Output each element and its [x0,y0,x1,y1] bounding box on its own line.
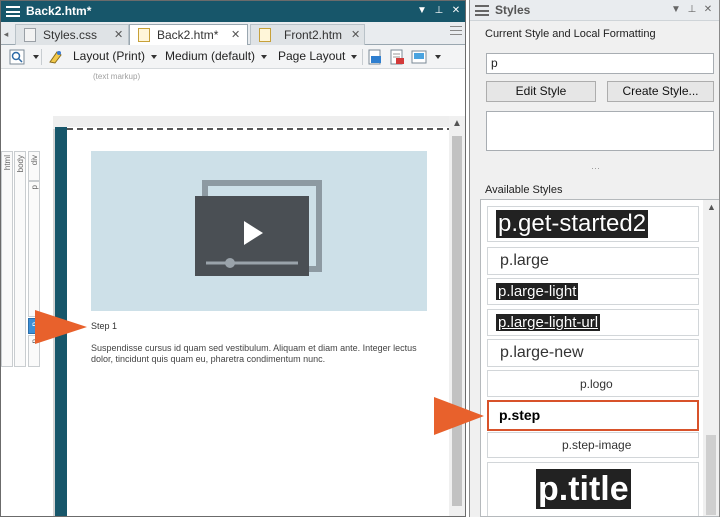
style-item-step-image[interactable]: p.step-image [487,432,699,458]
tab-styles-css[interactable]: Styles.css ✕ [15,24,129,45]
styles-pane-title: Styles [495,3,531,17]
html-file-icon [259,28,271,42]
page-boundary [57,128,453,130]
structure-bar-html[interactable]: html [1,151,13,367]
style-item-label: p.large-new [500,344,584,361]
page-layout-dropdown-label: Page Layout [278,49,346,63]
step-heading[interactable]: Step 1 [91,321,117,331]
structure-bar-p-image[interactable]: p [28,181,40,317]
scrollbar-thumb[interactable] [452,136,462,506]
tab-scroll-left-icon[interactable]: ◂ [1,24,11,44]
structure-bar-label: p [30,185,39,190]
style-item-large-light[interactable]: p.large-light [487,278,699,305]
style-item-large-new[interactable]: p.large-new [487,339,699,367]
callout-arrow-icon [35,310,87,344]
splitter-handle[interactable]: ⋯ [470,164,719,173]
style-item-label: p.large-light-url [496,314,601,331]
medium-dropdown[interactable]: Medium (default) [165,49,268,63]
track-changes-icon[interactable] [389,49,405,65]
toolbar-separator [362,49,363,65]
pin-icon[interactable]: ⊥ [431,3,447,19]
chevron-down-icon [151,54,158,59]
style-item-label: p.large [500,252,549,269]
styles-list-scrollbar[interactable]: ▲ [703,200,719,516]
structure-bar-label: div [30,155,39,166]
available-styles-list: p.get-started2 p.large p.large-light p.l… [480,199,719,517]
scroll-up-icon[interactable]: ▲ [707,202,716,212]
style-item-large[interactable]: p.large [487,247,699,275]
medium-dropdown-label: Medium (default) [165,49,256,63]
tab-label: Styles.css [43,28,98,42]
menu-icon[interactable] [6,6,20,17]
close-icon[interactable]: ✕ [448,3,464,19]
current-style-label: Current Style and Local Formatting [485,28,656,40]
style-item-large-light-url[interactable]: p.large-light-url [487,309,699,336]
styles-titlebar: Styles ▼ ⊥ ✕ [470,0,719,21]
available-styles-label: Available Styles [485,184,563,196]
edit-style-button[interactable]: Edit Style [486,81,596,102]
style-item-step[interactable]: p.step [487,400,699,431]
dropdown-icon[interactable]: ▼ [669,2,683,18]
style-item-label: p.title [536,469,631,509]
tab-close-icon[interactable]: ✕ [114,28,123,41]
style-item-label: p.get-started2 [496,210,649,238]
layout-dropdown[interactable]: Layout (Print) [73,49,158,63]
body-paragraph[interactable]: Suspendisse cursus id quam sed vestibulu… [91,343,431,365]
structure-bar-body[interactable]: body [14,151,26,367]
style-item-logo[interactable]: p.logo [487,370,699,397]
chevron-down-icon [351,54,358,59]
style-description-box [486,111,714,151]
menu-icon[interactable] [475,5,489,16]
style-item-label: p.step [499,407,541,423]
editor-titlebar: Back2.htm* ▼ ⊥ ✕ [1,1,465,22]
zoom-icon[interactable] [9,49,25,65]
tab-label: Front2.htm [284,28,343,42]
show-tags-icon[interactable] [367,49,383,65]
style-item-title[interactable]: p.title [487,462,699,516]
style-item-label: p.step-image [562,438,632,452]
editor-title: Back2.htm* [26,4,92,18]
style-item-label: p.large-light [496,283,579,300]
css-file-icon [24,28,36,42]
structure-bar-div[interactable]: div [28,151,40,181]
close-icon[interactable]: ✕ [701,2,715,18]
styles-pane: Styles ▼ ⊥ ✕ Current Style and Local For… [469,0,720,517]
zoom-dropdown-arrow[interactable] [27,49,39,63]
scroll-up-icon[interactable]: ▲ [452,118,462,129]
tab-back2-htm[interactable]: Back2.htm* ✕ [129,24,248,46]
editor-scrollbar[interactable]: ▲ [449,116,465,516]
callout-arrow-icon [434,397,484,435]
preview-icon[interactable] [411,49,427,65]
dropdown-icon[interactable]: ▼ [414,3,430,19]
tab-label: Back2.htm* [157,28,219,42]
pin-icon[interactable]: ⊥ [685,2,699,18]
create-style-button[interactable]: Create Style... [607,81,714,102]
tab-close-icon[interactable]: ✕ [351,28,360,41]
tab-front2-htm[interactable]: Front2.htm ✕ [250,24,365,45]
toolbar-separator [41,49,42,65]
structure-bar-label: body [16,155,25,173]
tab-list-icon[interactable] [450,26,462,40]
page-layout-dropdown[interactable]: Page Layout [278,49,358,63]
text-markup-hint: (text markup) [93,72,141,81]
video-icon [195,180,322,276]
tab-close-icon[interactable]: ✕ [231,28,240,41]
structure-bar-label: html [3,155,12,171]
layout-icon[interactable] [48,49,64,65]
tab-bar: ◂ Styles.css ✕ Back2.htm* ✕ Front2.htm ✕ [1,22,465,46]
current-style-field[interactable]: p [486,53,714,74]
scrollbar-thumb[interactable] [706,435,716,515]
layout-dropdown-label: Layout (Print) [73,49,146,63]
editor-window: Back2.htm* ▼ ⊥ ✕ ◂ Styles.css ✕ Back2.ht… [0,0,466,517]
preview-dropdown-arrow[interactable] [429,49,441,63]
style-item-get-started2[interactable]: p.get-started2 [487,206,699,242]
video-placeholder-image[interactable] [91,151,427,311]
style-item-label: p.logo [580,377,613,391]
html-file-icon [138,28,150,42]
editor-toolbar: Layout (Print) Medium (default) Page Lay… [1,45,465,69]
chevron-down-icon [261,54,268,59]
